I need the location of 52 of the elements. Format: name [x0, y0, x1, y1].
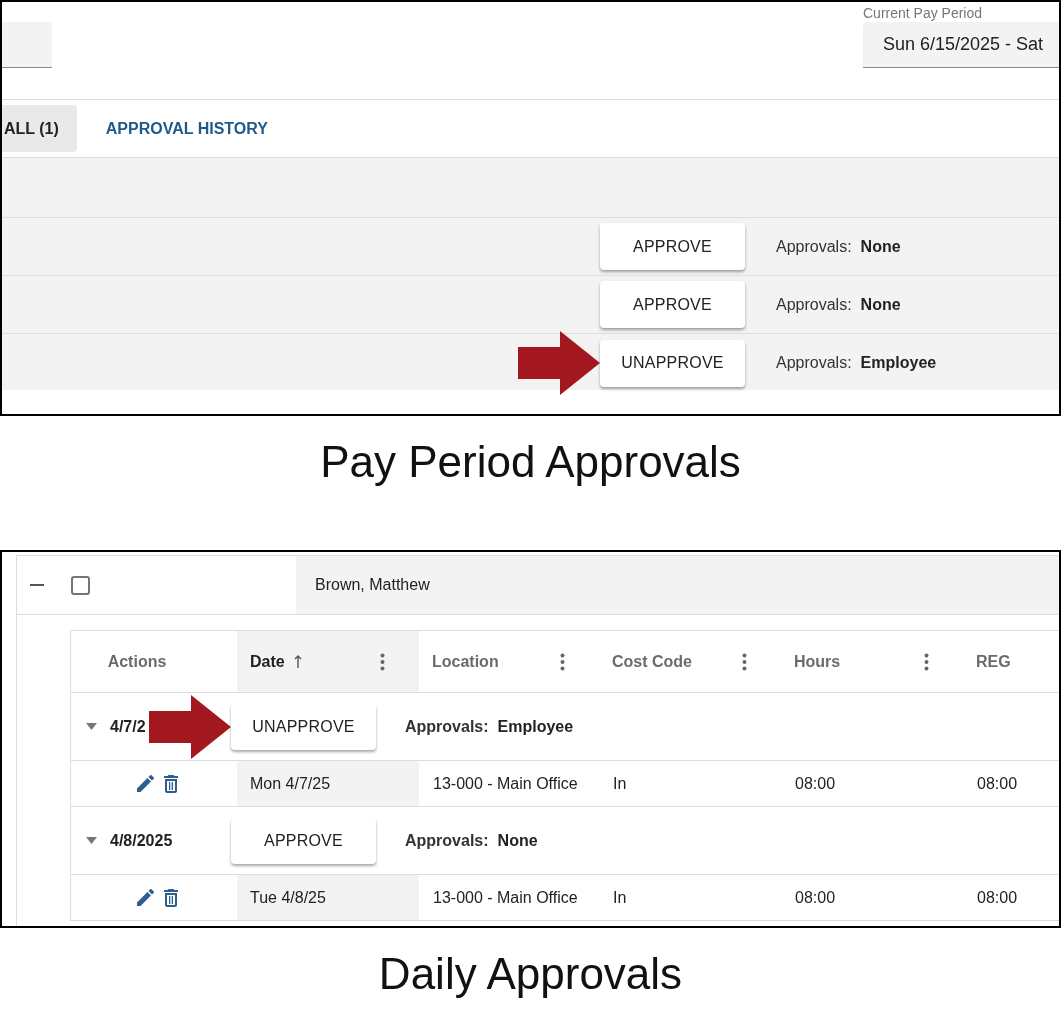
approval-button[interactable]: APPROVE [600, 281, 745, 328]
input-field[interactable] [2, 22, 52, 68]
column-header[interactable]: Hours [781, 631, 963, 693]
approvals-label: Approvals: [405, 717, 489, 736]
table-cell: 08:00 [963, 761, 1059, 807]
trash-icon[interactable] [163, 774, 178, 793]
group-date: 4/8/2025 [110, 831, 173, 850]
approvals-status: Employee [860, 354, 937, 372]
table-cell: 13-000 - Main Office [419, 761, 599, 807]
pencil-icon[interactable] [136, 775, 154, 792]
group-date: 4/7/2 [110, 717, 146, 736]
caret-down-icon[interactable] [86, 721, 97, 732]
approvals-label: Approvals: [776, 354, 852, 372]
checkbox[interactable] [71, 575, 90, 595]
table-cell: 08:00 [781, 761, 963, 807]
table-cell: 08:00 [781, 875, 963, 921]
table-cell: 08:00 [963, 875, 1059, 921]
approvals-status: None [860, 237, 901, 256]
table-cell: Tue 4/8/25 [237, 875, 419, 921]
table-cell: In [599, 875, 781, 921]
column-header[interactable]: REG [963, 631, 1059, 693]
approval-button[interactable]: UNAPPROVE [231, 703, 376, 750]
pencil-icon[interactable] [136, 889, 154, 906]
caption: Daily Approvals [378, 950, 683, 998]
tab[interactable]: APPROVAL HISTORY [85, 105, 286, 152]
approvals-status: None [497, 831, 538, 850]
approvals-label: Approvals: [776, 237, 852, 256]
table-cell: 13-000 - Main Office [419, 875, 599, 921]
trash-icon[interactable] [163, 888, 178, 907]
approval-button[interactable]: APPROVE [600, 223, 745, 270]
column-header[interactable]: Date [237, 631, 419, 693]
column-header[interactable]: Location [419, 631, 599, 693]
arrow-up-icon [293, 655, 302, 668]
employee-name: Brown, Matthew [296, 556, 1059, 614]
table-cell: Mon 4/7/25 [237, 761, 419, 807]
tab[interactable]: ALL (1) [2, 105, 77, 152]
approval-button[interactable]: APPROVE [231, 817, 376, 864]
approvals-status: Employee [497, 717, 574, 736]
approvals-label: Approvals: [776, 295, 852, 314]
caption: Pay Period Approvals [320, 438, 741, 486]
more-vertical-icon[interactable] [742, 652, 747, 671]
field-label: Current Pay Period [863, 4, 983, 22]
caret-down-icon[interactable] [86, 835, 97, 846]
more-vertical-icon[interactable] [560, 652, 565, 671]
pay-period-field[interactable]: Sun 6/15/2025 - Sat [863, 22, 1059, 68]
table-cell: In [599, 761, 781, 807]
approvals-status: None [860, 295, 901, 314]
approvals-label: Approvals: [405, 831, 489, 850]
column-header[interactable]: Cost Code [599, 631, 781, 693]
approval-button[interactable]: UNAPPROVE [600, 339, 745, 387]
more-vertical-icon[interactable] [924, 652, 929, 671]
more-vertical-icon[interactable] [380, 652, 385, 671]
